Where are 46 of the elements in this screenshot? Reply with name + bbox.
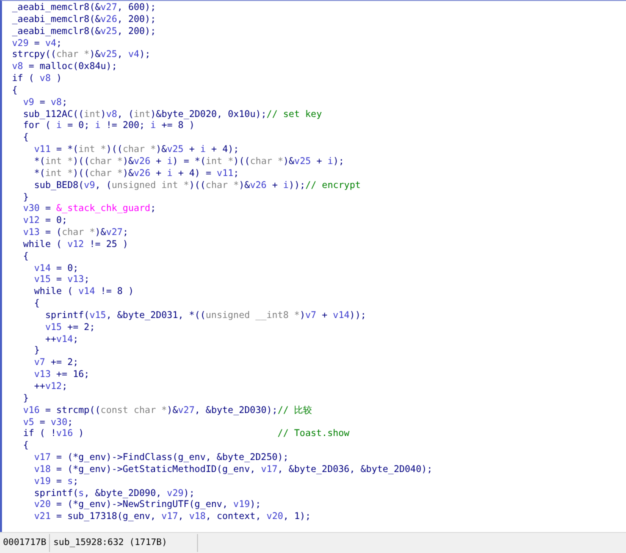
code-line: _aeabi_memclr8(&v25, 200); [12, 26, 156, 38]
code-line: v21 = sub_17318(g_env, v17, v18, context, v20, 1); [33, 511, 311, 524]
code-line: sub_BED8(v9, (unsigned int *)((char *)&v26 + i));// encrypt [33, 180, 361, 192]
code-line: *(int *)((char *)&v26 + i) = *(int *)((char *)&v25 + i); [33, 156, 344, 168]
code-line: strcpy((char *)&v25, v4); [12, 49, 150, 62]
code-line: v13 = (char *)&v27; [22, 227, 128, 239]
code-line: v12 = 0; [22, 215, 68, 228]
code-line: { [22, 440, 29, 452]
code-line: v9 = v8; [22, 96, 68, 109]
code-line: v14 = 0; [33, 262, 78, 274]
code-line: { [22, 132, 29, 144]
code-line: v15 = v13; [33, 274, 90, 286]
code-line: while ( v14 != 8 ) [33, 286, 134, 298]
address-text: 0001717B [0, 534, 50, 552]
code-line: v30 = &_stack_chk_guard; [22, 203, 156, 216]
code-line: _aeabi_memclr8(&v27, 600); [12, 2, 156, 14]
code-line: _aeabi_memclr8(&v26, 200); [12, 14, 156, 26]
code-line: ++v14; [44, 334, 78, 346]
code-line: *(int *)((char *)&v26 + i + 4) = v11; [33, 168, 239, 180]
code-line: for ( i = 0; i != 200; i += 8 ) [22, 120, 195, 132]
code-line: v18 = (*g_env)->GetStaticMethodID(g_env, v17, &byte_2D036, &byte_2D040); [33, 464, 432, 476]
code-line: if ( v8 ) [12, 73, 62, 85]
code-line: v11 = *(int *)((char *)&v25 + i + 4); [33, 144, 239, 156]
code-line: { [12, 84, 18, 97]
code-line: v19 = s; [33, 476, 78, 488]
code-line: } [33, 345, 40, 358]
code-line: sprintf(s, &byte_2D090, v29); [33, 488, 195, 500]
code-line: if ( !v16 ) // Toast.show [22, 428, 350, 440]
code-line: while ( v12 != 25 ) [22, 238, 128, 251]
code-line: v17 = (*g_env)->FindClass(g_env, &byte_2D250); [33, 452, 289, 464]
code-line: v16 = strcmp((const char *)&v27, &byte_2D030);// 比较 [22, 404, 312, 417]
code-line: v7 += 2; [33, 357, 78, 370]
code-line: sub_112AC((int)v8, (int)&byte_2D020, 0x10u);// set key [22, 108, 322, 120]
code-line: } [22, 392, 29, 405]
code-line: v13 += 16; [33, 369, 90, 381]
code-line: { [22, 250, 29, 263]
code-line: } [22, 192, 29, 204]
code-line: sprintf(v15, &byte_2D031, *((unsigned __int8 *)v7 + v14)); [44, 310, 366, 322]
code-line: { [33, 298, 40, 310]
code-line: v8 = malloc(0x84u); [12, 61, 118, 74]
code-line: ++v12; [33, 381, 68, 393]
code-line: v29 = v4; [12, 38, 62, 50]
location-text: sub_15928:632 (1717B) [50, 534, 198, 552]
code-line: v5 = v30; [22, 416, 73, 428]
code-line: v15 += 2; [44, 322, 95, 334]
code-line: v20 = (*g_env)->NewStringUTF(g_env, v19); [33, 499, 261, 512]
